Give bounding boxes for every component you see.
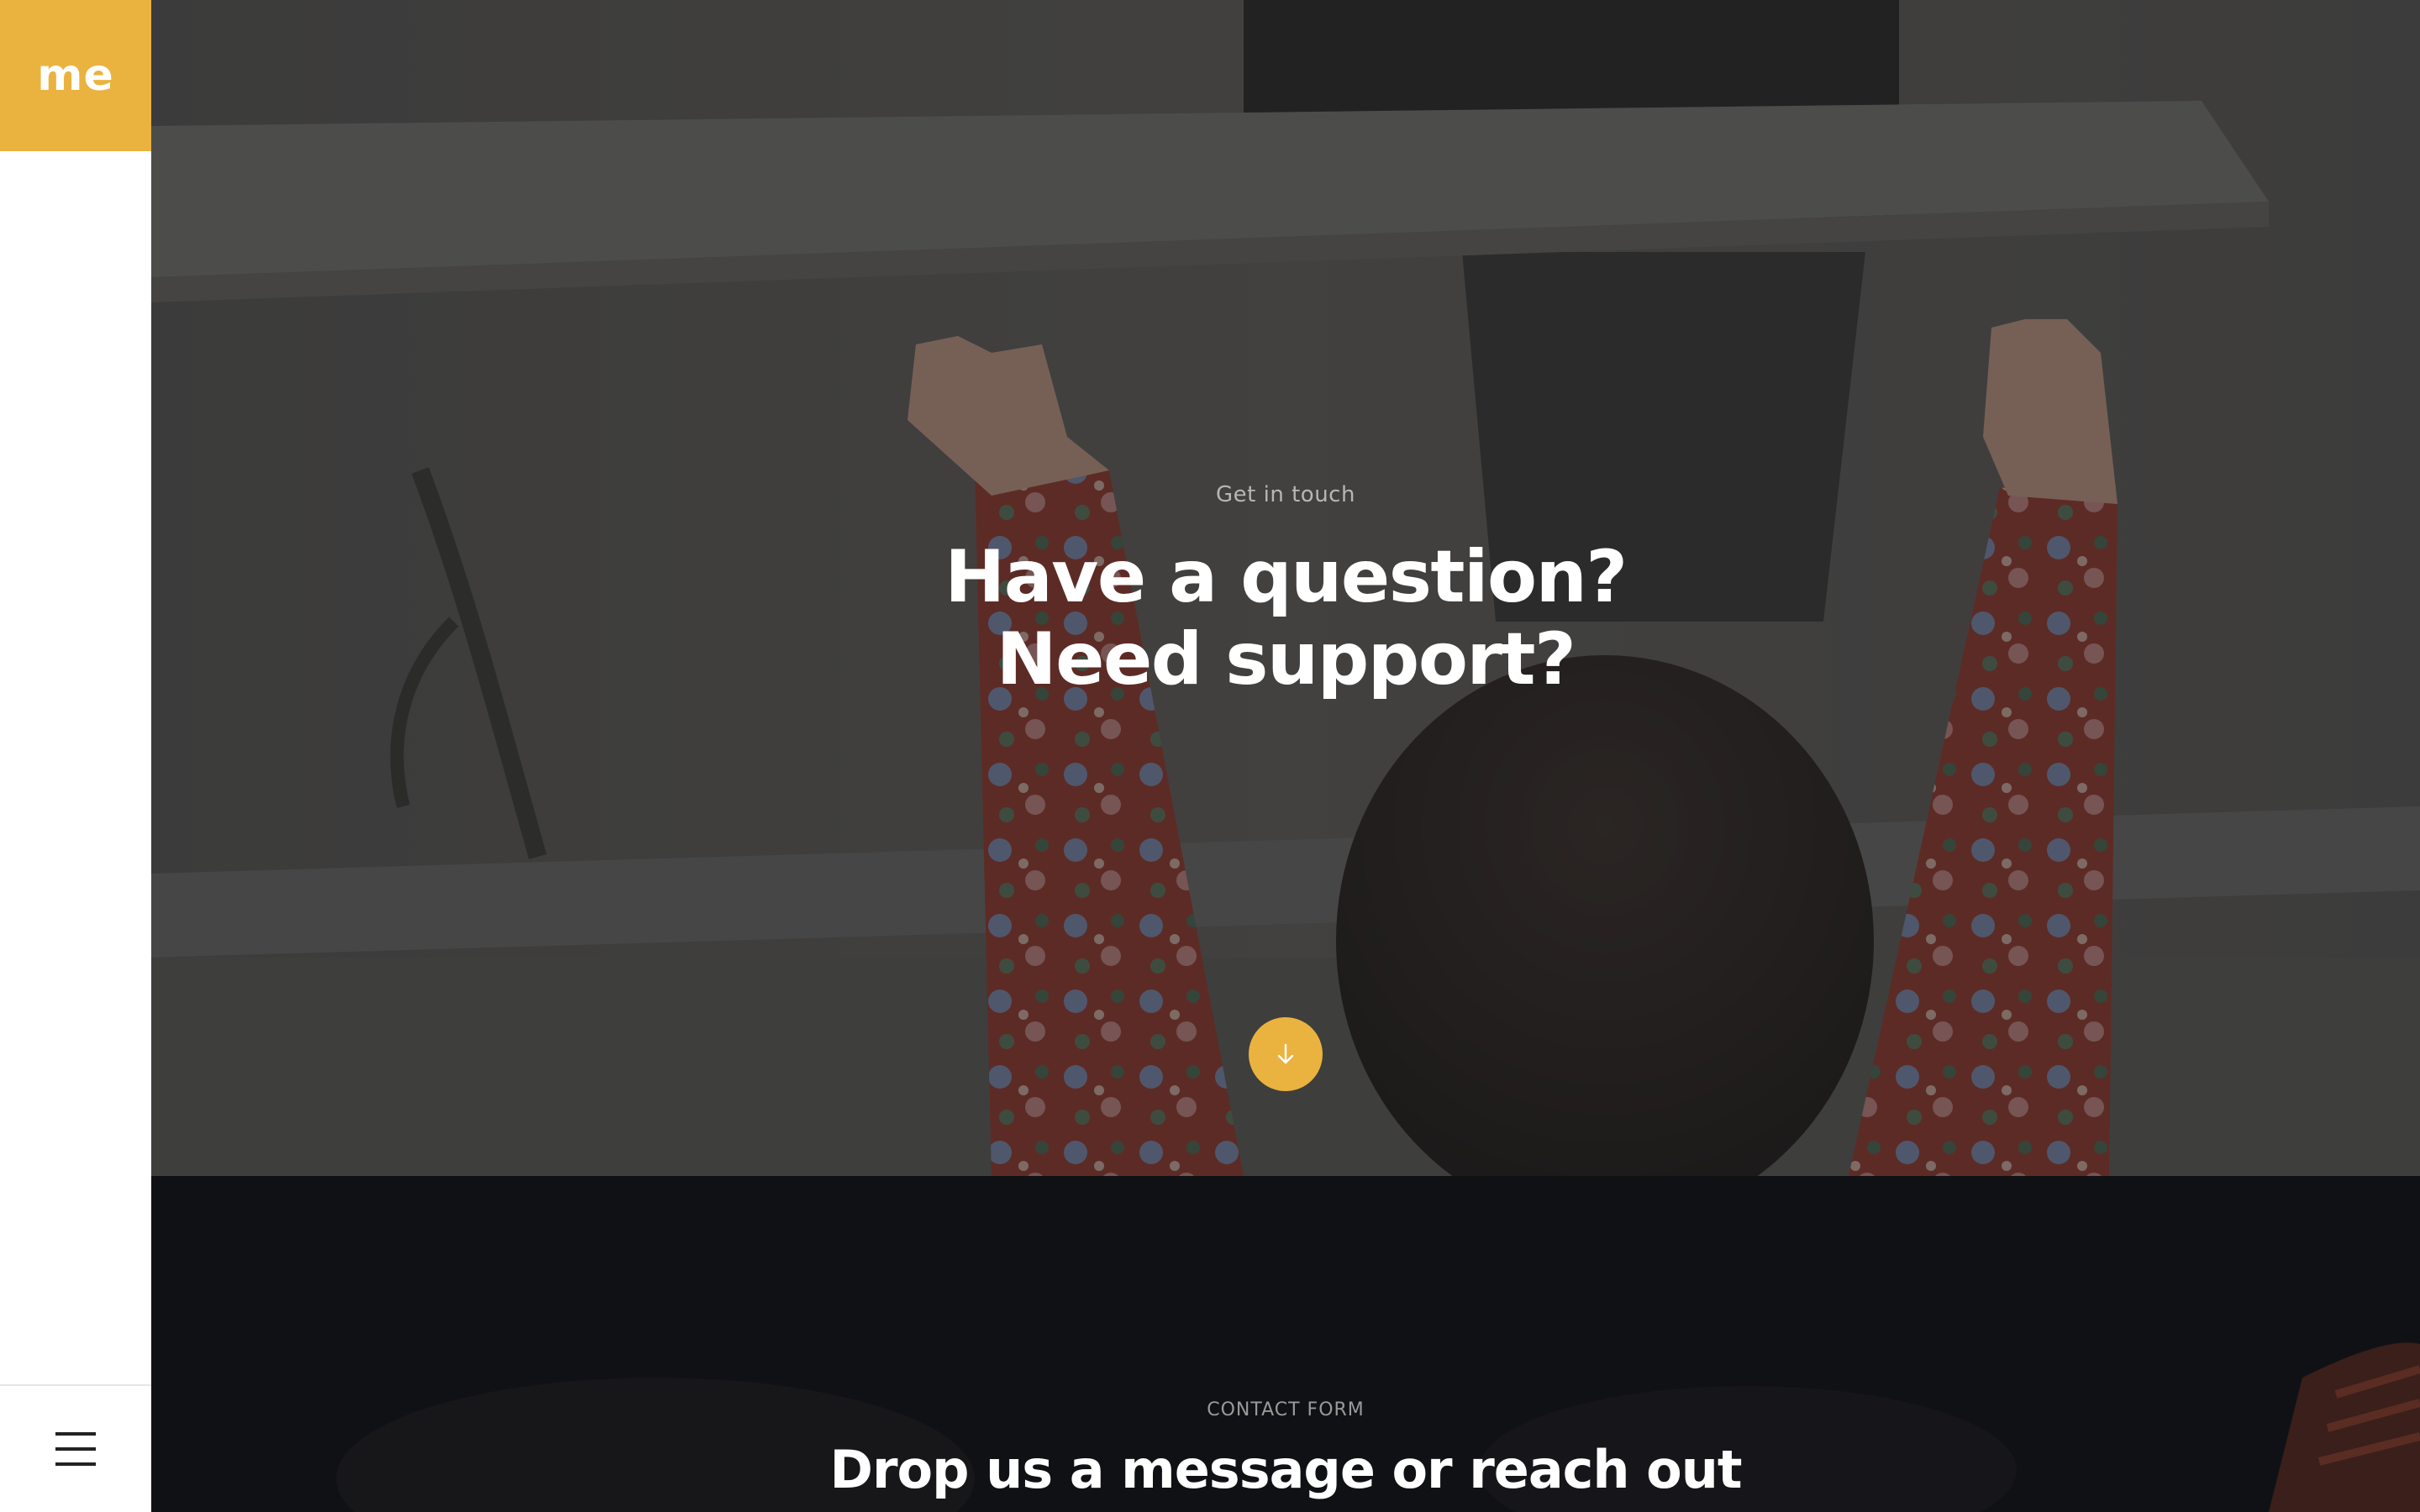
hero-eyebrow: Get in touch — [1216, 482, 1355, 507]
site-logo[interactable]: me — [0, 0, 151, 151]
contact-section: CONTACT FORM Drop us a message or reach … — [151, 1176, 2420, 1512]
section-title: Drop us a message or reach out — [829, 1439, 1742, 1500]
hamburger-menu-icon[interactable] — [55, 1432, 96, 1466]
contact-heading-block: CONTACT FORM Drop us a message or reach … — [151, 1399, 2420, 1500]
sidebar-footer — [0, 1384, 151, 1512]
sidebar: me — [0, 0, 151, 1512]
scroll-down-button[interactable] — [1249, 1017, 1323, 1091]
hero-title: Have a question? Need support? — [944, 535, 1628, 701]
hero-content: Get in touch Have a question? Need suppo… — [151, 482, 2420, 701]
arrow-down-icon — [1277, 1043, 1294, 1064]
hero-section: Get in touch Have a question? Need suppo… — [151, 0, 2420, 1176]
section-label: CONTACT FORM — [1207, 1399, 1365, 1420]
